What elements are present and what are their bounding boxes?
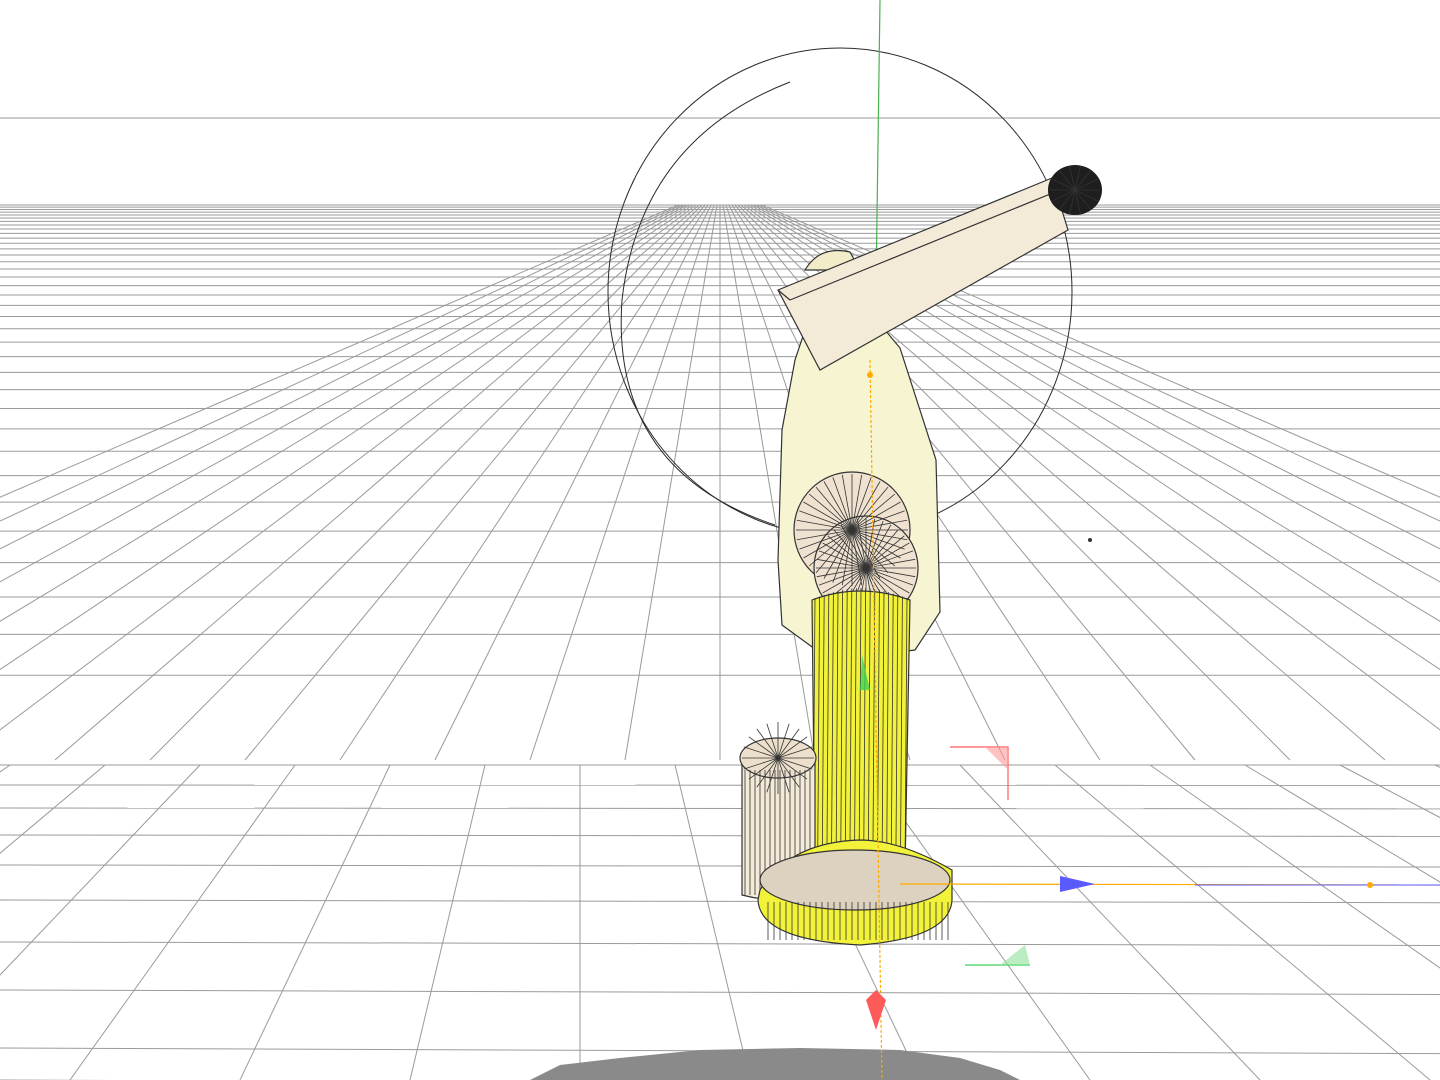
floor-grid — [0, 764, 1440, 1080]
base-column[interactable] — [811, 587, 911, 879]
xz-plane-handle[interactable] — [965, 945, 1030, 966]
pivot-point-top[interactable] — [867, 372, 873, 378]
viewport-3d[interactable] — [0, 0, 1440, 1080]
x-axis-end-point[interactable] — [1367, 882, 1373, 888]
xy-plane-handle[interactable] — [950, 746, 1009, 800]
floor-shadow — [530, 1048, 1020, 1080]
z-axis-arrow[interactable] — [866, 990, 886, 1030]
end-effector[interactable] — [1048, 165, 1102, 215]
stray-vertex — [1088, 538, 1092, 542]
x-axis-arrow[interactable] — [1060, 876, 1095, 892]
background-horizon-grid — [0, 117, 1440, 761]
